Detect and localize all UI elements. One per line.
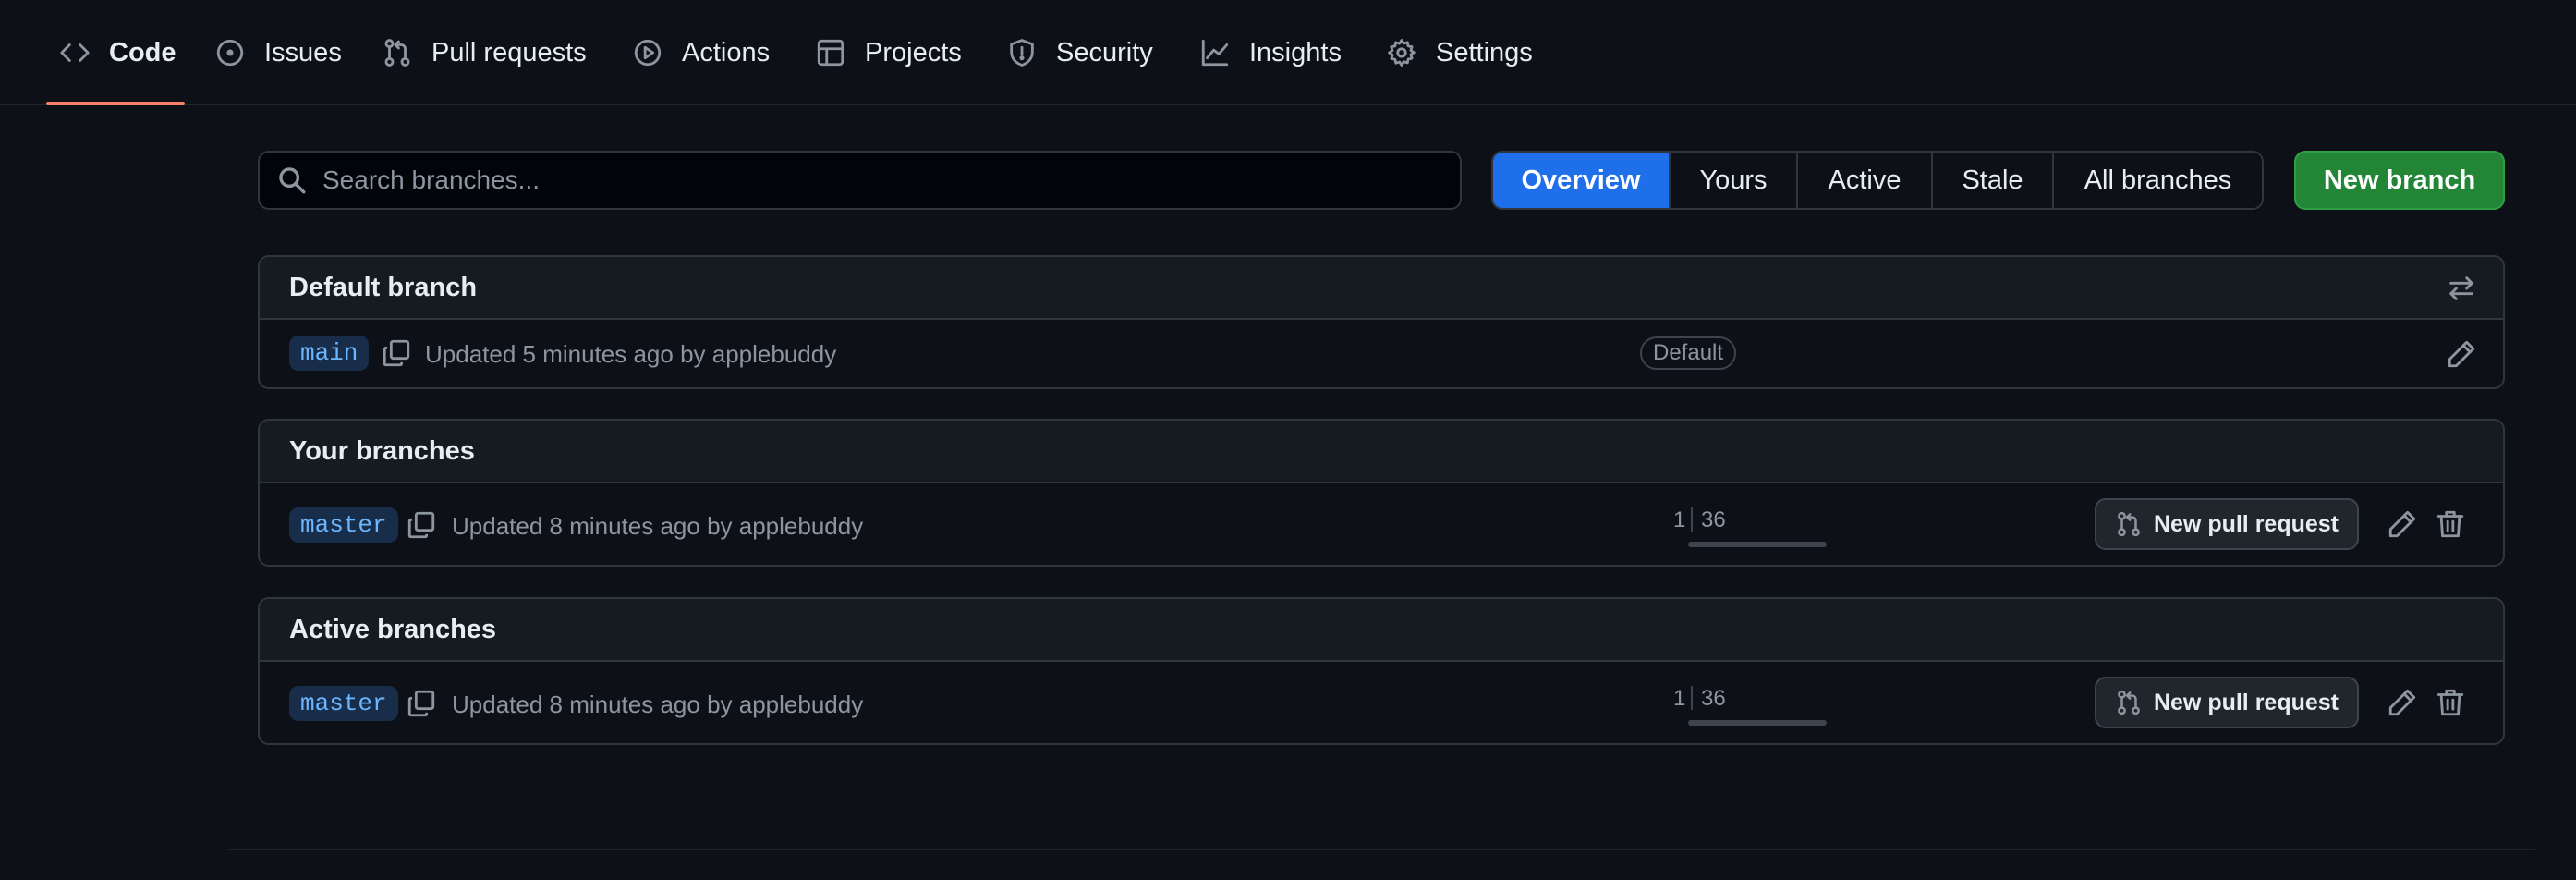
default-branch-section: Default branch main Updated 5 minutes ag… bbox=[258, 255, 2505, 389]
trash-icon[interactable] bbox=[2435, 687, 2466, 718]
search-branches-input[interactable] bbox=[321, 165, 1433, 196]
branch-name-link[interactable]: main bbox=[289, 336, 370, 371]
branch-filter-segmented-control: Overview Yours Active Stale All branches bbox=[1491, 151, 2264, 210]
tab-actions-label: Actions bbox=[682, 37, 771, 67]
git-pull-request-icon bbox=[2118, 690, 2140, 715]
filter-yours[interactable]: Yours bbox=[1669, 153, 1796, 208]
selected-tab-indicator bbox=[46, 102, 185, 105]
tab-security-label: Security bbox=[1056, 37, 1153, 67]
tab-insights[interactable]: Insights bbox=[1199, 0, 1342, 105]
filter-active[interactable]: Active bbox=[1796, 153, 1931, 208]
new-pull-request-button[interactable]: New pull request bbox=[2095, 677, 2359, 728]
tab-code-label: Code bbox=[109, 37, 176, 67]
branch-row: master Updated 8 minutes ago by applebud… bbox=[260, 662, 2503, 743]
copy-icon[interactable] bbox=[381, 337, 412, 369]
tab-pull-requests-label: Pull requests bbox=[431, 37, 587, 67]
arrow-switch-icon[interactable] bbox=[2446, 273, 2477, 304]
your-branches-section: Your branches master Updated 8 minutes a… bbox=[258, 419, 2505, 567]
pencil-icon[interactable] bbox=[2446, 338, 2477, 370]
active-branches-section: Active branches master Updated 8 minutes… bbox=[258, 597, 2505, 745]
new-branch-button[interactable]: New branch bbox=[2294, 151, 2505, 210]
tab-projects[interactable]: Projects bbox=[815, 0, 962, 105]
tab-pull-requests[interactable]: Pull requests bbox=[382, 0, 587, 105]
shield-icon bbox=[1010, 39, 1034, 67]
ahead-behind-divider bbox=[1691, 507, 1693, 532]
branch-name-link[interactable]: master bbox=[289, 686, 398, 721]
tab-issues-label: Issues bbox=[264, 37, 342, 67]
ahead-behind-bar bbox=[1688, 720, 1827, 726]
filter-stale[interactable]: Stale bbox=[1931, 153, 2052, 208]
new-pull-request-button[interactable]: New pull request bbox=[2095, 498, 2359, 550]
ahead-behind-divider bbox=[1691, 686, 1693, 710]
search-icon bbox=[279, 167, 306, 194]
tab-projects-label: Projects bbox=[865, 37, 962, 67]
active-branches-header: Active branches bbox=[260, 599, 2503, 662]
filter-all-branches[interactable]: All branches bbox=[2052, 153, 2262, 208]
section-title: Default branch bbox=[289, 272, 478, 302]
code-icon bbox=[60, 43, 90, 62]
footer-divider bbox=[229, 849, 2535, 850]
updated-info: Updated 5 minutes ago by applebuddy bbox=[425, 340, 837, 368]
section-title: Your branches bbox=[289, 435, 475, 466]
branch-name-link[interactable]: master bbox=[289, 507, 398, 543]
repo-nav: Code Issues Pull requests Actions Projec… bbox=[0, 0, 2576, 105]
your-branches-header: Your branches bbox=[260, 421, 2503, 483]
ahead-count: 36 bbox=[1701, 507, 1726, 532]
search-branches-box[interactable] bbox=[258, 151, 1462, 210]
gear-icon bbox=[1388, 39, 1416, 67]
git-pull-request-icon bbox=[384, 39, 410, 67]
filter-overview[interactable]: Overview bbox=[1493, 153, 1669, 208]
tab-insights-label: Insights bbox=[1249, 37, 1342, 67]
section-title: Active branches bbox=[289, 614, 497, 644]
branch-row: main Updated 5 minutes ago by applebuddy… bbox=[260, 320, 2503, 387]
new-pull-request-label: New pull request bbox=[2153, 510, 2339, 537]
behind-count: 1 bbox=[1673, 507, 1686, 532]
tab-security[interactable]: Security bbox=[1006, 0, 1153, 105]
trash-icon[interactable] bbox=[2435, 508, 2466, 540]
new-pull-request-label: New pull request bbox=[2153, 689, 2339, 715]
git-pull-request-icon bbox=[2118, 511, 2140, 537]
behind-count: 1 bbox=[1673, 686, 1686, 711]
tab-code[interactable]: Code bbox=[59, 0, 176, 105]
tab-issues[interactable]: Issues bbox=[214, 0, 342, 105]
default-badge: Default bbox=[1640, 336, 1737, 370]
pencil-icon[interactable] bbox=[2387, 508, 2418, 540]
tab-settings-label: Settings bbox=[1436, 37, 1533, 67]
updated-info: Updated 8 minutes ago by applebuddy bbox=[452, 512, 864, 540]
default-branch-header: Default branch bbox=[260, 257, 2503, 320]
play-icon bbox=[634, 39, 662, 67]
ahead-behind-bar bbox=[1688, 542, 1827, 547]
tab-actions[interactable]: Actions bbox=[632, 0, 770, 105]
ahead-count: 36 bbox=[1701, 686, 1726, 711]
pencil-icon[interactable] bbox=[2387, 687, 2418, 718]
graph-icon bbox=[1201, 39, 1229, 67]
table-icon bbox=[817, 39, 844, 67]
copy-icon[interactable] bbox=[406, 688, 437, 719]
branch-row: master Updated 8 minutes ago by applebud… bbox=[260, 483, 2503, 565]
copy-icon[interactable] bbox=[406, 509, 437, 541]
issue-opened-icon bbox=[216, 39, 244, 67]
tab-settings[interactable]: Settings bbox=[1386, 0, 1533, 105]
updated-info: Updated 8 minutes ago by applebuddy bbox=[452, 691, 864, 718]
